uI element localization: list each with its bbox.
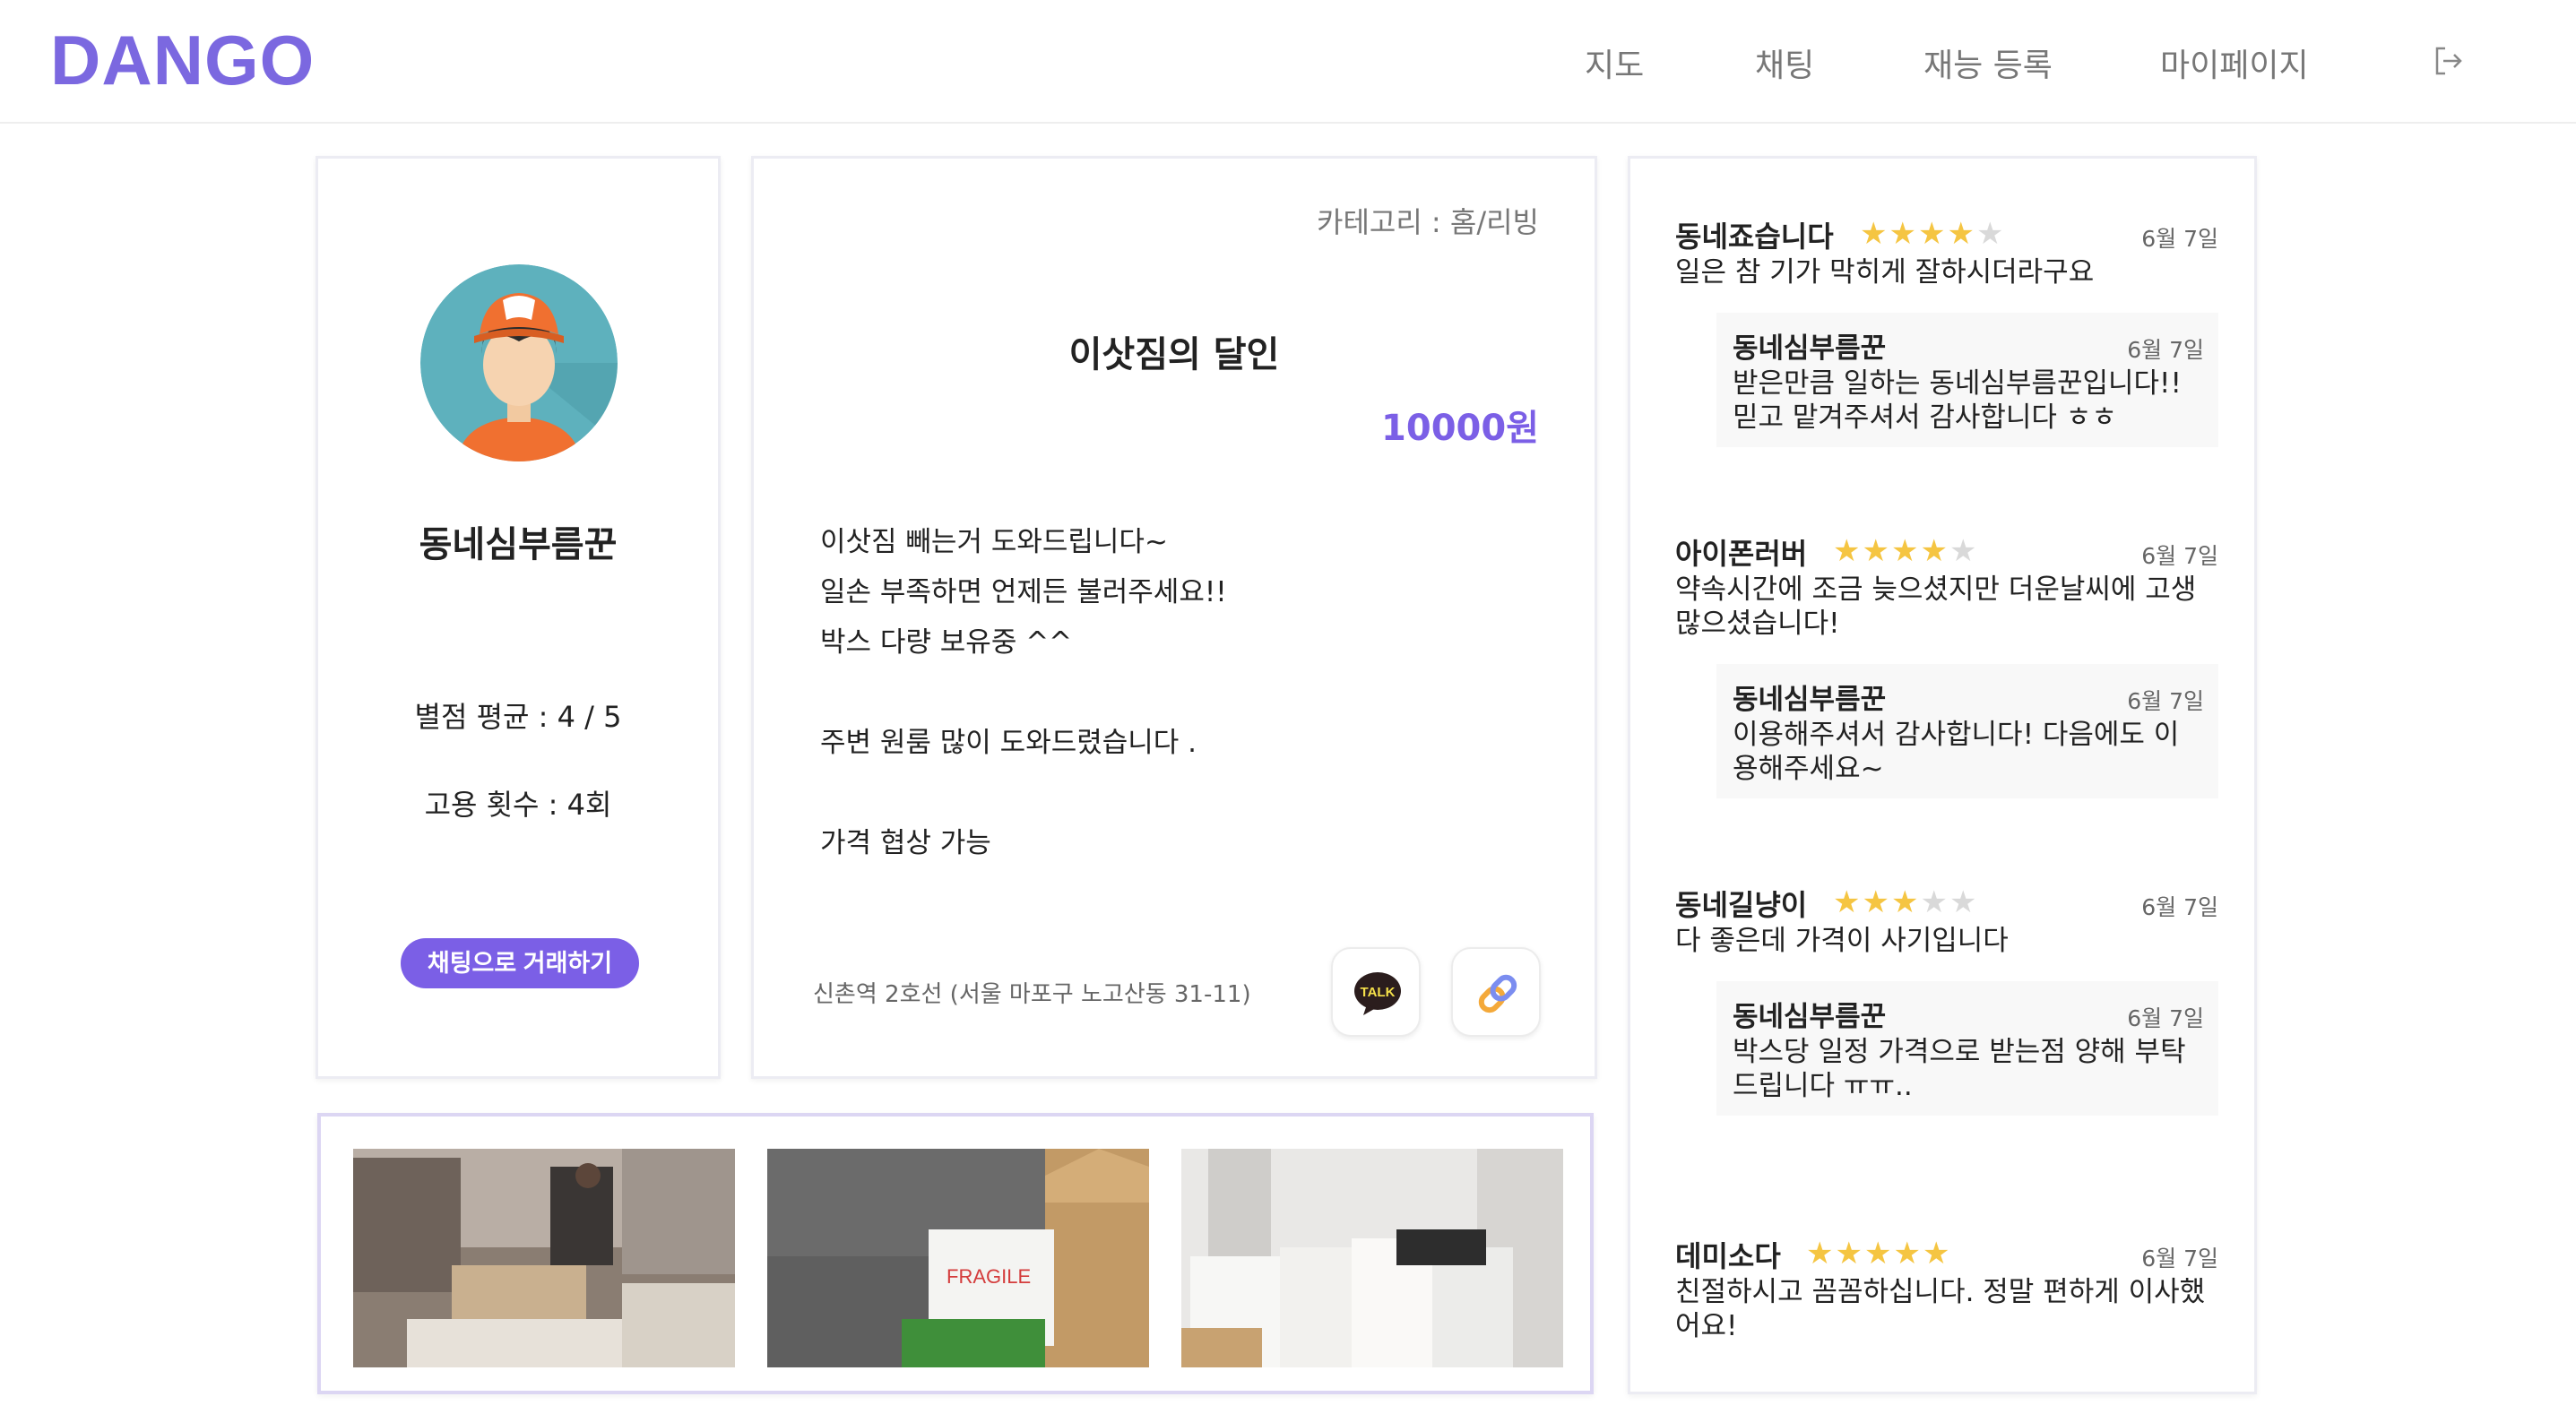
star-filled-icon: ★ xyxy=(1860,216,1889,252)
star-filled-icon: ★ xyxy=(1890,533,1921,569)
star-empty-icon: ★ xyxy=(1920,884,1949,920)
rating-stars: ★★★★★ xyxy=(1860,216,2005,252)
star-filled-icon: ★ xyxy=(1833,533,1863,569)
reply-text: 받은만큼 일하는 동네심부름꾼입니다!! 믿고 맡겨주셔서 감사합니다 ㅎㅎ xyxy=(1733,367,2182,434)
review-author: 데미소다 xyxy=(1675,1239,1781,1273)
star-empty-icon: ★ xyxy=(1949,884,1979,920)
hire-count: 고용 횟수 : 4회 xyxy=(424,788,612,822)
seller-avatar xyxy=(420,264,618,461)
talent-post-card: 카테고리 : 홈/리빙 이삿짐의 달인 10000원 이삿짐 빼는거 도와드립니… xyxy=(751,156,1597,1079)
gallery-photo[interactable]: FRAGILE xyxy=(767,1149,1149,1367)
kakao-share-button[interactable]: TALK xyxy=(1331,947,1421,1037)
gallery-photo[interactable] xyxy=(353,1149,735,1367)
star-filled-icon: ★ xyxy=(1917,216,1948,252)
rating-stars: ★★★★★ xyxy=(1806,1236,1951,1272)
review-item: 동네길냥이 ★★★★★ 6월 7일 다 좋은데 가격이 사기입니다 동네심부름꾼… xyxy=(1675,879,2218,1116)
seller-reply: 동네심부름꾼 6월 7일 박스당 일정 가격으로 받는점 양해 부탁드립니다 ㅠ… xyxy=(1716,981,2218,1116)
kakao-talk-label: TALK xyxy=(1361,985,1396,1000)
star-filled-icon: ★ xyxy=(1889,216,1918,252)
star-filled-icon: ★ xyxy=(1947,216,1976,252)
nav-register-talent[interactable]: 재능 등록 xyxy=(1923,39,2053,86)
review-author: 동네죠습니다 xyxy=(1675,220,1834,254)
post-price: 10000원 xyxy=(1381,408,1539,449)
star-empty-icon: ★ xyxy=(1949,533,1979,569)
reply-author: 동네심부름꾼 xyxy=(1733,1001,1887,1033)
star-filled-icon: ★ xyxy=(1835,1236,1864,1272)
star-empty-icon: ★ xyxy=(1975,216,2006,252)
logout-icon[interactable] xyxy=(2431,43,2467,79)
description-line xyxy=(820,768,1519,818)
seller-reply: 동네심부름꾼 6월 7일 받은만큼 일하는 동네심부름꾼입니다!! 믿고 맡겨주… xyxy=(1716,313,2218,447)
rating-stars: ★★★★★ xyxy=(1833,884,1978,920)
star-filled-icon: ★ xyxy=(1862,884,1891,920)
star-filled-icon: ★ xyxy=(1806,1236,1836,1272)
reply-author: 동네심부름꾼 xyxy=(1733,684,1887,716)
reply-date: 6월 7일 xyxy=(2127,337,2204,363)
reply-text: 이용해주셔서 감사합니다! 다음에도 이용해주세요~ xyxy=(1733,719,2180,785)
review-item: 데미소다 ★★★★★ 6월 7일 친절하시고 꼼꼼하십니다. 정말 편하게 이사… xyxy=(1675,1230,2218,1343)
gallery-photo[interactable] xyxy=(1181,1149,1563,1367)
reply-date: 6월 7일 xyxy=(2127,688,2204,714)
rating-stars: ★★★★★ xyxy=(1833,533,1978,569)
description-line xyxy=(820,668,1519,718)
reply-date: 6월 7일 xyxy=(2127,1005,2204,1031)
review-text: 친절하시고 꼼꼼하십니다. 정말 편하게 이사했어요! xyxy=(1675,1276,2206,1342)
post-category: 카테고리 : 홈/리빙 xyxy=(1317,205,1539,239)
rating-average: 별점 평균 : 4 / 5 xyxy=(414,700,622,734)
star-filled-icon: ★ xyxy=(1863,1236,1894,1272)
seller-reply: 동네심부름꾼 6월 7일 이용해주셔서 감사합니다! 다음에도 이용해주세요~ xyxy=(1716,664,2218,798)
review-text: 일은 참 기가 막히게 잘하시더라구요 xyxy=(1675,256,2095,289)
reply-author: 동네심부름꾼 xyxy=(1733,332,1887,365)
star-filled-icon: ★ xyxy=(1862,533,1891,569)
link-icon xyxy=(1478,974,1517,1013)
star-filled-icon: ★ xyxy=(1833,884,1863,920)
photo-gallery: FRAGILE xyxy=(317,1113,1594,1394)
star-filled-icon: ★ xyxy=(1893,1236,1923,1272)
description-line: 일손 부족하면 언제든 불러주세요!! xyxy=(820,576,1227,608)
copy-link-button[interactable] xyxy=(1451,947,1541,1037)
reply-text: 박스당 일정 가격으로 받는점 양해 부탁드립니다 ㅠㅠ.. xyxy=(1733,1036,2186,1102)
post-description: 이삿짐 빼는거 도와드립니다~ 일손 부족하면 언제든 불러주세요!! 박스 다… xyxy=(820,517,1519,868)
kakao-talk-icon: TALK xyxy=(1354,972,1401,1015)
nav-chat[interactable]: 채팅 xyxy=(1755,39,1814,86)
top-navbar: DANGO 지도 채팅 재능 등록 마이페이지 xyxy=(0,0,2576,124)
seller-name: 동네심부름꾼 xyxy=(419,524,618,565)
description-line: 가격 협상 가능 xyxy=(820,827,991,859)
star-filled-icon: ★ xyxy=(1890,884,1921,920)
nav-mypage[interactable]: 마이페이지 xyxy=(2160,39,2309,86)
post-title: 이삿짐의 달인 xyxy=(1068,334,1280,375)
nav-map[interactable]: 지도 xyxy=(1585,39,1644,86)
description-line: 이삿짐 빼는거 도와드립니다~ xyxy=(820,526,1168,558)
chat-trade-button[interactable]: 채팅으로 거래하기 xyxy=(401,938,639,988)
star-filled-icon: ★ xyxy=(1920,533,1949,569)
seller-profile-card: 동네심부름꾼 별점 평균 : 4 / 5 고용 횟수 : 4회 채팅으로 거래하… xyxy=(316,156,721,1079)
svg-text:FRAGILE: FRAGILE xyxy=(947,1265,1031,1288)
review-date: 6월 7일 xyxy=(2141,226,2218,252)
star-filled-icon: ★ xyxy=(1922,1236,1952,1272)
review-list[interactable]: 동네죠습니다 ★★★★★ 6월 7일 일은 참 기가 막히게 잘하시더라구요 동… xyxy=(1628,156,2257,1394)
dango-logo[interactable]: DANGO xyxy=(50,20,315,101)
description-line: 박스 다량 보유중 ^^ xyxy=(820,626,1073,659)
post-location: 신촌역 2호선 (서울 마포구 노고산동 31-11) xyxy=(813,981,1251,1008)
review-author: 아이폰러버 xyxy=(1675,537,1808,571)
review-text: 다 좋은데 가격이 사기입니다 xyxy=(1675,925,2009,957)
review-item: 아이폰러버 ★★★★★ 6월 7일 약속시간에 조금 늦으셨지만 더운날씨에 고… xyxy=(1675,528,2218,798)
review-date: 6월 7일 xyxy=(2141,1246,2218,1272)
review-date: 6월 7일 xyxy=(2141,543,2218,569)
review-text: 약속시간에 조금 늦으셨지만 더운날씨에 고생많으셨습니다! xyxy=(1675,573,2197,640)
review-author: 동네길냥이 xyxy=(1675,888,1808,922)
review-item: 동네죠습니다 ★★★★★ 6월 7일 일은 참 기가 막히게 잘하시더라구요 동… xyxy=(1675,211,2218,447)
review-date: 6월 7일 xyxy=(2141,894,2218,920)
description-line: 주변 원룸 많이 도와드렸습니다 . xyxy=(820,727,1197,759)
